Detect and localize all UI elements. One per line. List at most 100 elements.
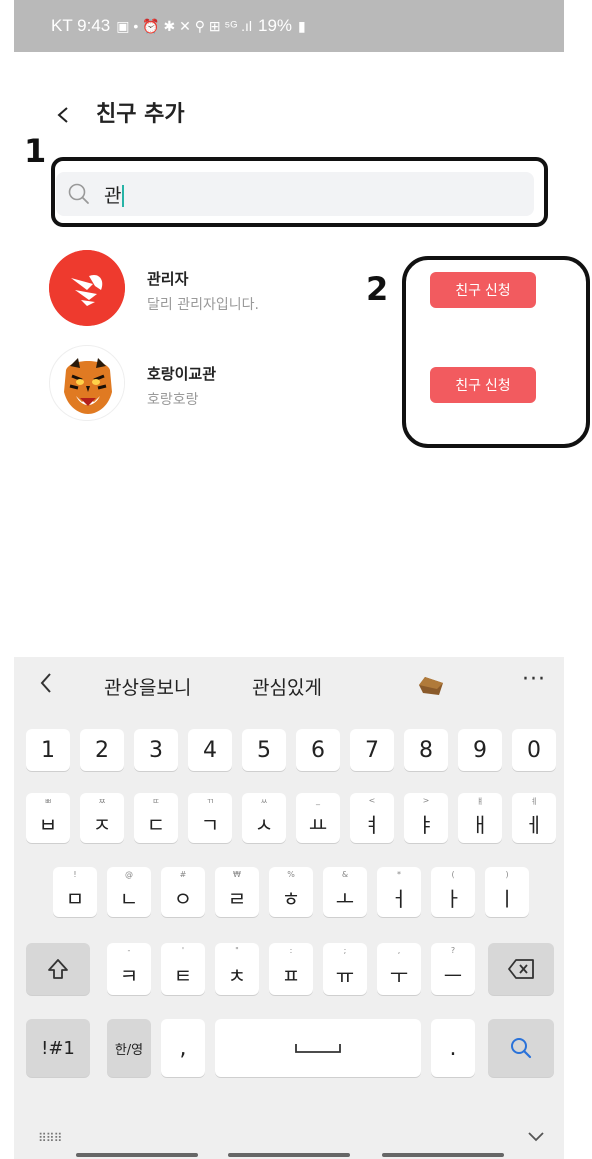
key-6[interactable]: 6 <box>296 729 340 771</box>
frame-left <box>0 0 14 1159</box>
key-yo[interactable]: _ ㅛ <box>296 793 340 843</box>
friend-name: 관리자 <box>147 270 189 288</box>
key-char: ㅛ <box>308 812 328 837</box>
key-siot[interactable]: ㅆㅅ <box>242 793 286 843</box>
key-hint: & <box>341 870 349 879</box>
key-hint: " <box>235 946 239 955</box>
nav-bar-center <box>228 1153 350 1157</box>
key-char: ㅑ <box>416 812 436 837</box>
key-hint: > <box>422 796 430 805</box>
key-u[interactable]: ,ㅜ <box>377 943 421 995</box>
key-8[interactable]: 8 <box>404 729 448 771</box>
key-ae[interactable]: ㅒㅐ <box>458 793 502 843</box>
space-key[interactable] <box>215 1019 421 1077</box>
status-bar: KT 9:43 ▣ • ⏰ ✱ ✕ ⚲ ⊞ ⁵ᴳ .ıl 19% ▮ <box>14 0 564 52</box>
key-a[interactable]: (ㅏ <box>431 867 475 917</box>
key-hint: ㄲ <box>206 797 214 806</box>
hide-keyboard-button[interactable] <box>526 1125 546 1149</box>
key-7[interactable]: 7 <box>350 729 394 771</box>
key-char: ㅏ <box>443 886 463 911</box>
key-char: ㅅ <box>254 812 274 837</box>
back-button[interactable] <box>54 100 78 130</box>
suggestion-1[interactable]: 관상을보니 <box>104 673 191 700</box>
key-mieum[interactable]: ! ㅁ <box>53 867 97 917</box>
key-4[interactable]: 4 <box>188 729 232 771</box>
key-hint: ( <box>451 870 455 879</box>
key-char: ㅓ <box>389 886 409 911</box>
key-1[interactable]: 1 <box>26 729 70 771</box>
key-eu[interactable]: ? ㅡ <box>431 943 475 995</box>
key-9[interactable]: 9 <box>458 729 502 771</box>
key-hint: ! <box>73 870 77 879</box>
key-hint: ? <box>450 946 456 955</box>
key-hint: ㅆ <box>260 797 268 806</box>
annotation-box-search <box>51 157 548 227</box>
key-char: ㅂ <box>38 812 58 837</box>
search-action-key[interactable] <box>488 1019 554 1077</box>
key-hint: < <box>368 796 376 805</box>
more-options-icon[interactable]: ··· <box>522 667 546 692</box>
carrier-time: KT 9:43 <box>51 16 111 35</box>
key-jieut[interactable]: ㅉㅈ <box>80 793 124 843</box>
key-char: ㅐ <box>470 812 490 837</box>
battery-icon: ▮ <box>298 17 306 34</box>
dalli-logo-avatar <box>49 250 125 326</box>
key-hint: _ <box>316 796 320 805</box>
key-ieung[interactable]: # ㅇ <box>161 867 205 917</box>
key-hint: : <box>289 946 293 955</box>
suggestion-back-button[interactable] <box>38 669 54 704</box>
period-key[interactable]: . <box>431 1019 475 1077</box>
key-hieut[interactable]: % ㅎ <box>269 867 313 917</box>
key-char: ㅎ <box>281 886 301 911</box>
comma-key[interactable]: , <box>161 1019 205 1077</box>
key-kieuk[interactable]: -ㅋ <box>107 943 151 995</box>
key-hint: % <box>287 870 295 879</box>
key-hint: , <box>397 946 401 955</box>
search-icon <box>511 1038 532 1059</box>
key-char: ㅍ <box>281 963 301 988</box>
key-char: ㄴ <box>119 886 139 911</box>
key-e[interactable]: ㅖㅔ <box>512 793 556 843</box>
key-yeo[interactable]: < ㅕ <box>350 793 394 843</box>
shift-key[interactable] <box>26 943 90 995</box>
key-bieup[interactable]: ㅃㅂ <box>26 793 70 843</box>
key-rieul[interactable]: ₩ ㄹ <box>215 867 259 917</box>
key-pieup[interactable]: :ㅍ <box>269 943 313 995</box>
coffin-emoji[interactable] <box>417 675 445 697</box>
key-char: ㅁ <box>65 886 85 911</box>
key-char: ㅜ <box>389 963 409 988</box>
key-char: ㅊ <box>227 963 247 988</box>
keyboard-footer: ⠿⠿⠿ <box>14 1119 564 1159</box>
nav-bar-left <box>76 1153 198 1157</box>
key-hint: ₩ <box>233 870 241 879</box>
backspace-icon <box>508 959 534 979</box>
key-digeut[interactable]: ㄸㄷ <box>134 793 178 843</box>
key-char: ㅋ <box>119 963 139 988</box>
key-5[interactable]: 5 <box>242 729 286 771</box>
key-tieut[interactable]: ' ㅌ <box>161 943 205 995</box>
key-2[interactable]: 2 <box>80 729 124 771</box>
key-char: ㅠ <box>335 963 355 988</box>
key-yu[interactable]: ; ㅠ <box>323 943 367 995</box>
key-char: ㄷ <box>146 812 166 837</box>
chevron-down-icon <box>528 1132 544 1142</box>
key-eo[interactable]: * ㅓ <box>377 867 421 917</box>
key-0[interactable]: 0 <box>512 729 556 771</box>
key-char: ㄹ <box>227 886 247 911</box>
annotation-box-buttons <box>402 256 590 448</box>
language-toggle-key[interactable]: 한/영 <box>107 1019 151 1077</box>
suggestion-2[interactable]: 관심있게 <box>252 673 322 700</box>
key-giyeok[interactable]: ㄲㄱ <box>188 793 232 843</box>
key-o[interactable]: & ㅗ <box>323 867 367 917</box>
symbols-key[interactable]: !#1 <box>26 1019 90 1077</box>
key-hint: ㄸ <box>152 797 160 806</box>
key-hint: ; <box>343 946 347 955</box>
keyboard-grid-icon[interactable]: ⠿⠿⠿ <box>38 1131 62 1145</box>
key-hint: @ <box>125 870 133 879</box>
key-chieut[interactable]: " ㅊ <box>215 943 259 995</box>
key-ya[interactable]: > ㅑ <box>404 793 448 843</box>
backspace-key[interactable] <box>488 943 554 995</box>
key-nieun[interactable]: @ ㄴ <box>107 867 151 917</box>
key-i[interactable]: ) ㅣ <box>485 867 529 917</box>
key-3[interactable]: 3 <box>134 729 178 771</box>
